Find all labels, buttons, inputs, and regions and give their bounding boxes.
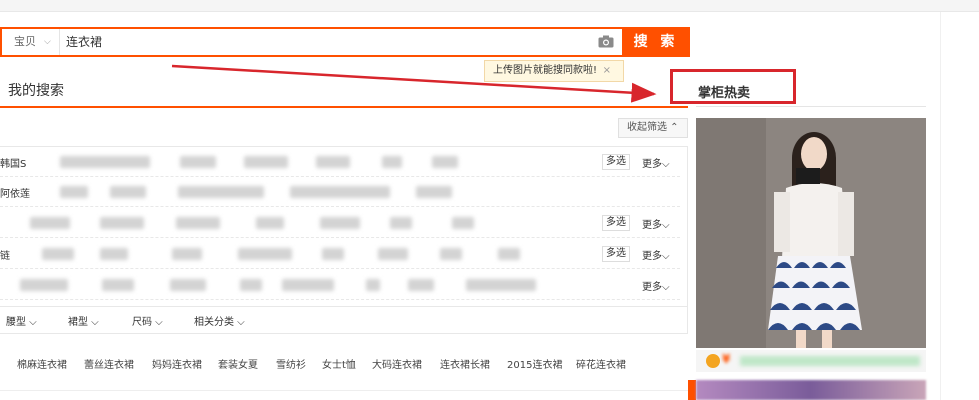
blurred-shop-info — [740, 356, 920, 366]
attribute-row: 腰型 ⌵ 裙型 ⌵ 尺码 ⌵ 相关分类 ⌵ — [0, 306, 688, 334]
hot-sale-divider — [696, 106, 926, 107]
related-link[interactable]: 连衣裙长裙 — [440, 356, 490, 371]
price-prefix: ¥ — [722, 352, 731, 366]
more-button[interactable]: 更多⌵ — [642, 278, 670, 293]
product-image[interactable] — [696, 118, 926, 348]
more-button[interactable]: 更多⌵ — [642, 247, 670, 262]
related-link[interactable]: 碎花连衣裙 — [576, 356, 626, 371]
filter-row-label: 韩国S — [0, 159, 27, 170]
related-link[interactable]: 雪纺衫 — [276, 356, 306, 371]
related-link[interactable]: 女士t恤 — [322, 356, 356, 371]
related-link[interactable]: 蕾丝连衣裙 — [84, 356, 134, 371]
filter-row-label: 阿依莲 — [0, 189, 30, 200]
attr-size[interactable]: 尺码 ⌵ — [132, 313, 163, 328]
medal-icon — [706, 354, 720, 368]
related-link[interactable]: 棉麻连衣裙 — [17, 356, 67, 371]
filter-row: 多选 更多⌵ — [0, 208, 680, 238]
collapse-filter-button[interactable]: 收起筛选 ⌃ — [618, 118, 688, 138]
filter-row: 链 多选 更多⌵ — [0, 239, 680, 269]
attr-related-category[interactable]: 相关分类 ⌵ — [194, 313, 245, 328]
filter-row: 阿依莲 — [0, 177, 680, 207]
multi-select-button[interactable]: 多选 — [602, 246, 630, 262]
filter-row: 韩国S 多选 更多⌵ — [0, 147, 680, 177]
multi-select-button[interactable]: 多选 — [602, 215, 630, 231]
related-link[interactable]: 大码连衣裙 — [372, 356, 422, 371]
more-button[interactable]: 更多⌵ — [642, 216, 670, 231]
right-divider — [940, 12, 941, 400]
accent-strip — [688, 380, 696, 400]
related-searches: 棉麻连衣裙 蕾丝连衣裙 妈妈连衣裙 套装女夏 雪纺衫 女士t恤 大码连衣裙 连衣… — [0, 344, 688, 380]
attr-waist[interactable]: 腰型 ⌵ — [6, 313, 37, 328]
hot-sale-title: 掌柜热卖 — [698, 86, 751, 101]
bottom-divider — [0, 390, 688, 400]
related-link[interactable]: 套装女夏 — [218, 356, 258, 371]
filter-row: 更多⌵ — [0, 270, 680, 300]
related-link[interactable]: 妈妈连衣裙 — [152, 356, 202, 371]
product-image-next[interactable] — [696, 380, 926, 400]
attr-skirt-type[interactable]: 裙型 ⌵ — [68, 313, 99, 328]
multi-select-button[interactable]: 多选 — [602, 154, 630, 170]
filter-row-label: 链 — [0, 251, 10, 262]
more-button[interactable]: 更多⌵ — [642, 155, 670, 170]
related-link[interactable]: 2015连衣裙 — [507, 356, 562, 371]
